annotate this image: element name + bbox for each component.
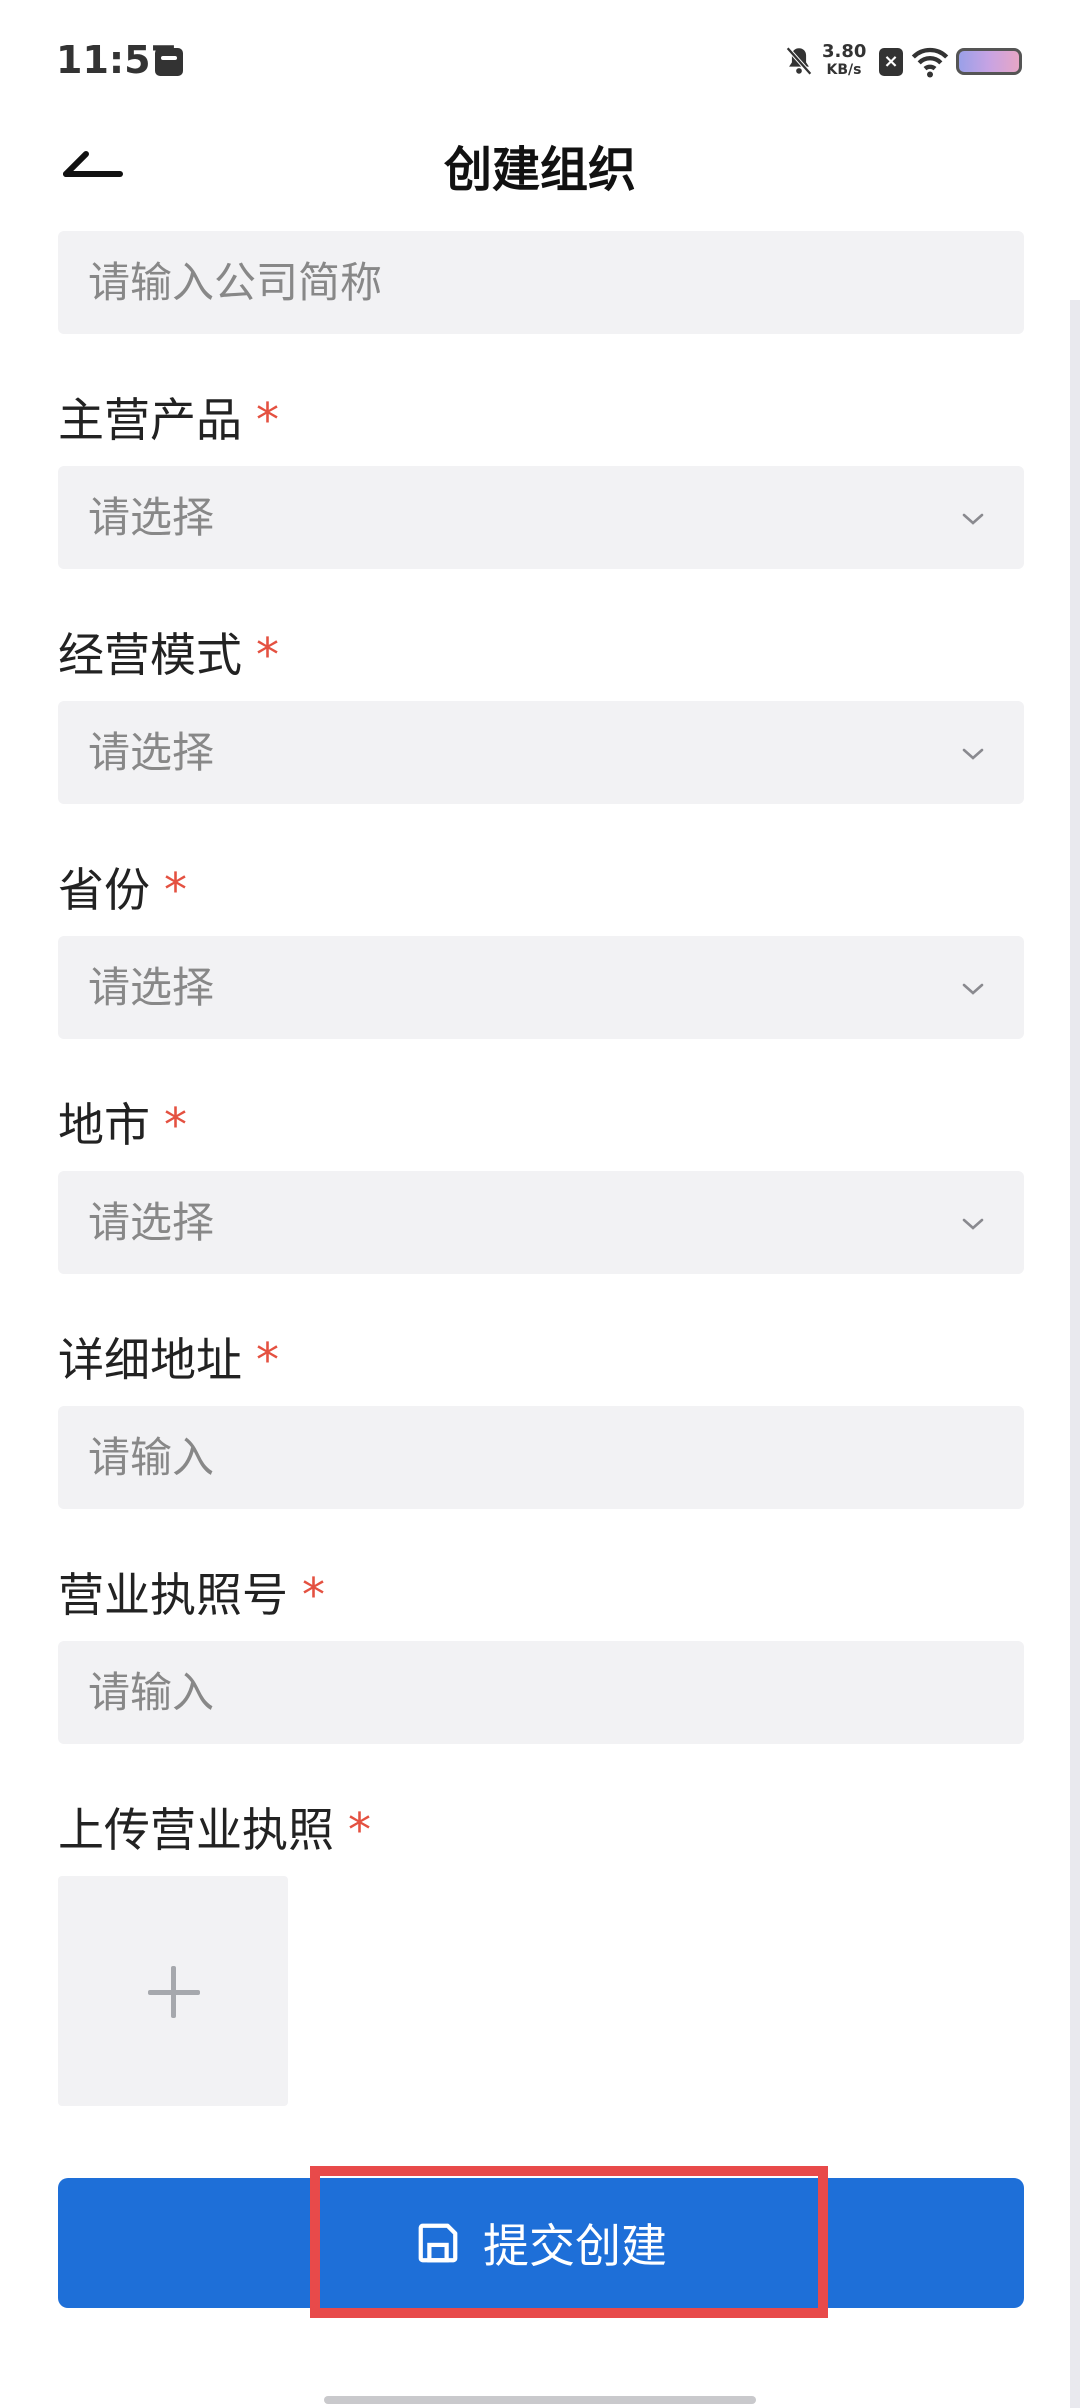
province-select[interactable]: 请选择: [58, 936, 1024, 1039]
scrollbar[interactable]: [1070, 300, 1080, 2408]
address-input[interactable]: 请输入: [58, 1406, 1024, 1509]
required-mark: *: [256, 1333, 279, 1387]
city-select[interactable]: 请选择: [58, 1171, 1024, 1274]
page-title: 创建组织: [443, 142, 636, 198]
chevron-down-icon: [962, 748, 984, 760]
required-mark: *: [348, 1803, 371, 1857]
submit-create-button[interactable]: 提交创建: [58, 2178, 1024, 2308]
province-label: 省份 *: [58, 854, 187, 920]
company-short-placeholder: 请输入公司简称: [88, 258, 383, 307]
license-number-label: 营业执照号 *: [58, 1559, 325, 1625]
network-speed-unit: KB/s: [826, 62, 862, 78]
chevron-down-icon: [962, 1218, 984, 1230]
main-product-label-text: 主营产品: [58, 393, 242, 447]
battery-icon: [956, 48, 1022, 75]
chevron-down-icon: [962, 513, 984, 525]
required-mark: *: [164, 1098, 187, 1152]
required-mark: *: [302, 1568, 325, 1622]
province-label-text: 省份: [58, 863, 150, 917]
city-label-text: 地市: [58, 1098, 150, 1152]
address-label: 详细地址 *: [58, 1324, 279, 1390]
license-number-placeholder: 请输入: [88, 1668, 215, 1717]
city-label: 地市 *: [58, 1089, 187, 1155]
status-bar: 11:57 3.80 KB/s ×: [0, 0, 1080, 126]
main-product-label: 主营产品 *: [58, 384, 279, 450]
submit-create-label: 提交创建: [483, 2219, 667, 2273]
address-label-text: 详细地址: [58, 1333, 242, 1387]
business-mode-select[interactable]: 请选择: [58, 701, 1024, 804]
network-speed-value: 3.80: [822, 41, 867, 62]
main-product-placeholder: 请选择: [88, 493, 215, 542]
main-product-select[interactable]: 请选择: [58, 466, 1024, 569]
plus-icon-vertical: [171, 1966, 176, 2018]
license-upload-button[interactable]: [58, 1876, 288, 2106]
address-placeholder: 请输入: [88, 1433, 215, 1482]
network-speed: 3.80 KB/s: [822, 42, 866, 80]
bell-muted-icon: [786, 46, 812, 76]
province-placeholder: 请选择: [88, 963, 215, 1012]
business-mode-placeholder: 请选择: [88, 728, 215, 777]
business-mode-label-text: 经营模式: [58, 628, 242, 682]
required-mark: *: [256, 628, 279, 682]
save-icon: [418, 2223, 458, 2263]
home-indicator[interactable]: [324, 2396, 756, 2404]
company-short-input[interactable]: 请输入公司简称: [58, 231, 1024, 334]
storage-icon: [155, 48, 183, 76]
sim-x-icon: ×: [879, 48, 903, 76]
license-number-label-text: 营业执照号: [58, 1568, 288, 1622]
city-placeholder: 请选择: [88, 1198, 215, 1247]
wifi-icon: [911, 47, 949, 78]
business-mode-label: 经营模式 *: [58, 619, 279, 685]
license-upload-label-text: 上传营业执照: [58, 1803, 334, 1857]
chevron-down-icon: [962, 983, 984, 995]
required-mark: *: [164, 863, 187, 917]
license-number-input[interactable]: 请输入: [58, 1641, 1024, 1744]
license-upload-label: 上传营业执照 *: [58, 1794, 371, 1860]
required-mark: *: [256, 393, 279, 447]
